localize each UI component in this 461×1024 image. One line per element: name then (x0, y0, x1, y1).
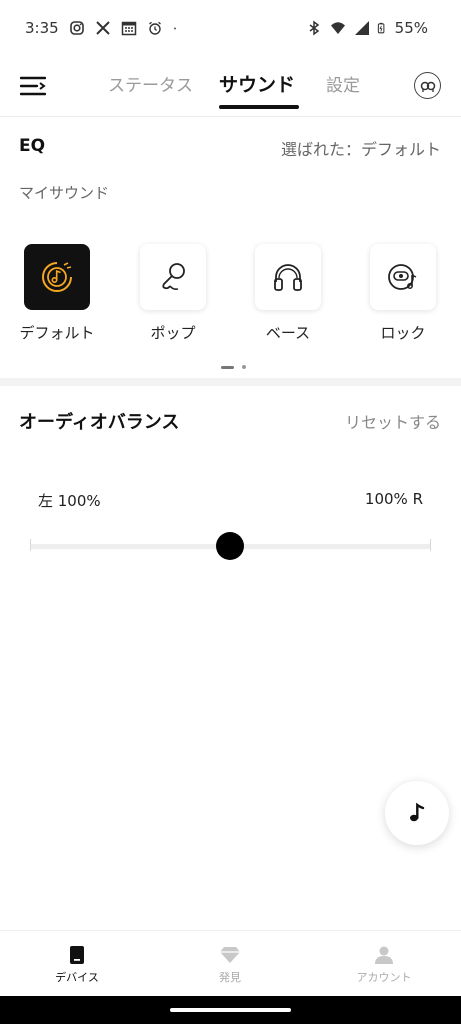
slider-tick-right (430, 539, 431, 551)
wifi-icon (330, 22, 345, 34)
diamond-icon (219, 945, 241, 965)
page-indicator-dot (242, 365, 246, 369)
balance-left-label: 左 100% (38, 492, 101, 510)
earbuds-icon (420, 81, 435, 92)
bluetooth-icon (309, 20, 319, 36)
preset-pop[interactable]: ポップ (133, 244, 213, 343)
home-gesture-handle[interactable] (170, 1008, 291, 1012)
eq-presets: デフォルト ポップ ベース ロック (0, 244, 461, 354)
tab-settings[interactable]: 設定 (326, 71, 360, 96)
header-divider (0, 116, 461, 117)
tab-bar: ステータス サウンド 設定 (100, 58, 370, 114)
status-bar: 3:35 55% (0, 0, 461, 58)
preset-rock[interactable]: ロック (363, 244, 443, 343)
status-left: 3:35 (25, 19, 181, 37)
balance-right-label: 100% R (364, 490, 423, 508)
preset-label: ポップ (150, 324, 196, 342)
nav-discover[interactable]: 発見 (180, 945, 280, 985)
device-icon (66, 945, 88, 965)
music-note-icon (410, 802, 425, 822)
balance-slider-thumb[interactable] (216, 532, 244, 560)
nav-devices[interactable]: デバイス (27, 945, 127, 985)
battery-percent: 55% (394, 19, 428, 37)
preset-default-tile[interactable] (24, 244, 90, 310)
earbuds-device-button[interactable] (414, 72, 441, 99)
preset-bass-tile[interactable] (255, 244, 321, 310)
bottom-nav: デバイス 発見 アカウント (0, 930, 461, 996)
dot-icon (173, 27, 176, 30)
tab-status[interactable]: ステータス (108, 71, 193, 96)
nav-discover-label: 発見 (219, 971, 241, 984)
eq-title: EQ (19, 136, 46, 156)
slider-tick-left (30, 539, 31, 551)
x-icon (95, 21, 110, 35)
calendar-icon (121, 21, 136, 36)
tab-sound[interactable]: サウンド (219, 70, 295, 97)
microphone-icon (162, 263, 185, 290)
preset-default[interactable]: デフォルト (17, 244, 97, 343)
top-nav: ステータス サウンド 設定 (0, 58, 461, 114)
status-right: 55% (306, 19, 428, 37)
reset-button[interactable]: リセットする (345, 409, 441, 433)
music-disc-icon (42, 262, 72, 292)
signal-icon (354, 21, 369, 35)
preset-pop-tile[interactable] (140, 244, 206, 310)
page-indicator-active (221, 365, 234, 369)
menu-icon[interactable] (20, 76, 46, 96)
preset-label: ベース (265, 324, 311, 342)
headphones-icon (274, 264, 302, 291)
my-sound-label: マイサウンド (19, 184, 110, 202)
instagram-icon (69, 21, 84, 35)
alarm-icon (148, 21, 161, 35)
preset-page-indicator (221, 365, 246, 369)
status-time: 3:35 (25, 19, 59, 37)
music-fab-button[interactable] (385, 781, 449, 845)
person-icon (373, 945, 395, 965)
active-tab-indicator (219, 105, 299, 109)
rock-record-icon (388, 264, 417, 290)
section-divider (0, 378, 461, 386)
preset-label: デフォルト (19, 324, 95, 342)
eq-selected-label: 選ばれた：デフォルト (280, 140, 441, 159)
system-gesture-bar (0, 996, 461, 1024)
nav-account-label: アカウント (356, 971, 412, 984)
audio-balance-title: オーディオバランス (19, 412, 180, 433)
preset-rock-tile[interactable] (370, 244, 436, 310)
nav-devices-label: デバイス (55, 971, 99, 984)
nav-account[interactable]: アカウント (334, 945, 434, 985)
preset-label: ロック (380, 324, 426, 342)
preset-bass[interactable]: ベース (248, 244, 328, 343)
battery-icon (377, 22, 385, 34)
